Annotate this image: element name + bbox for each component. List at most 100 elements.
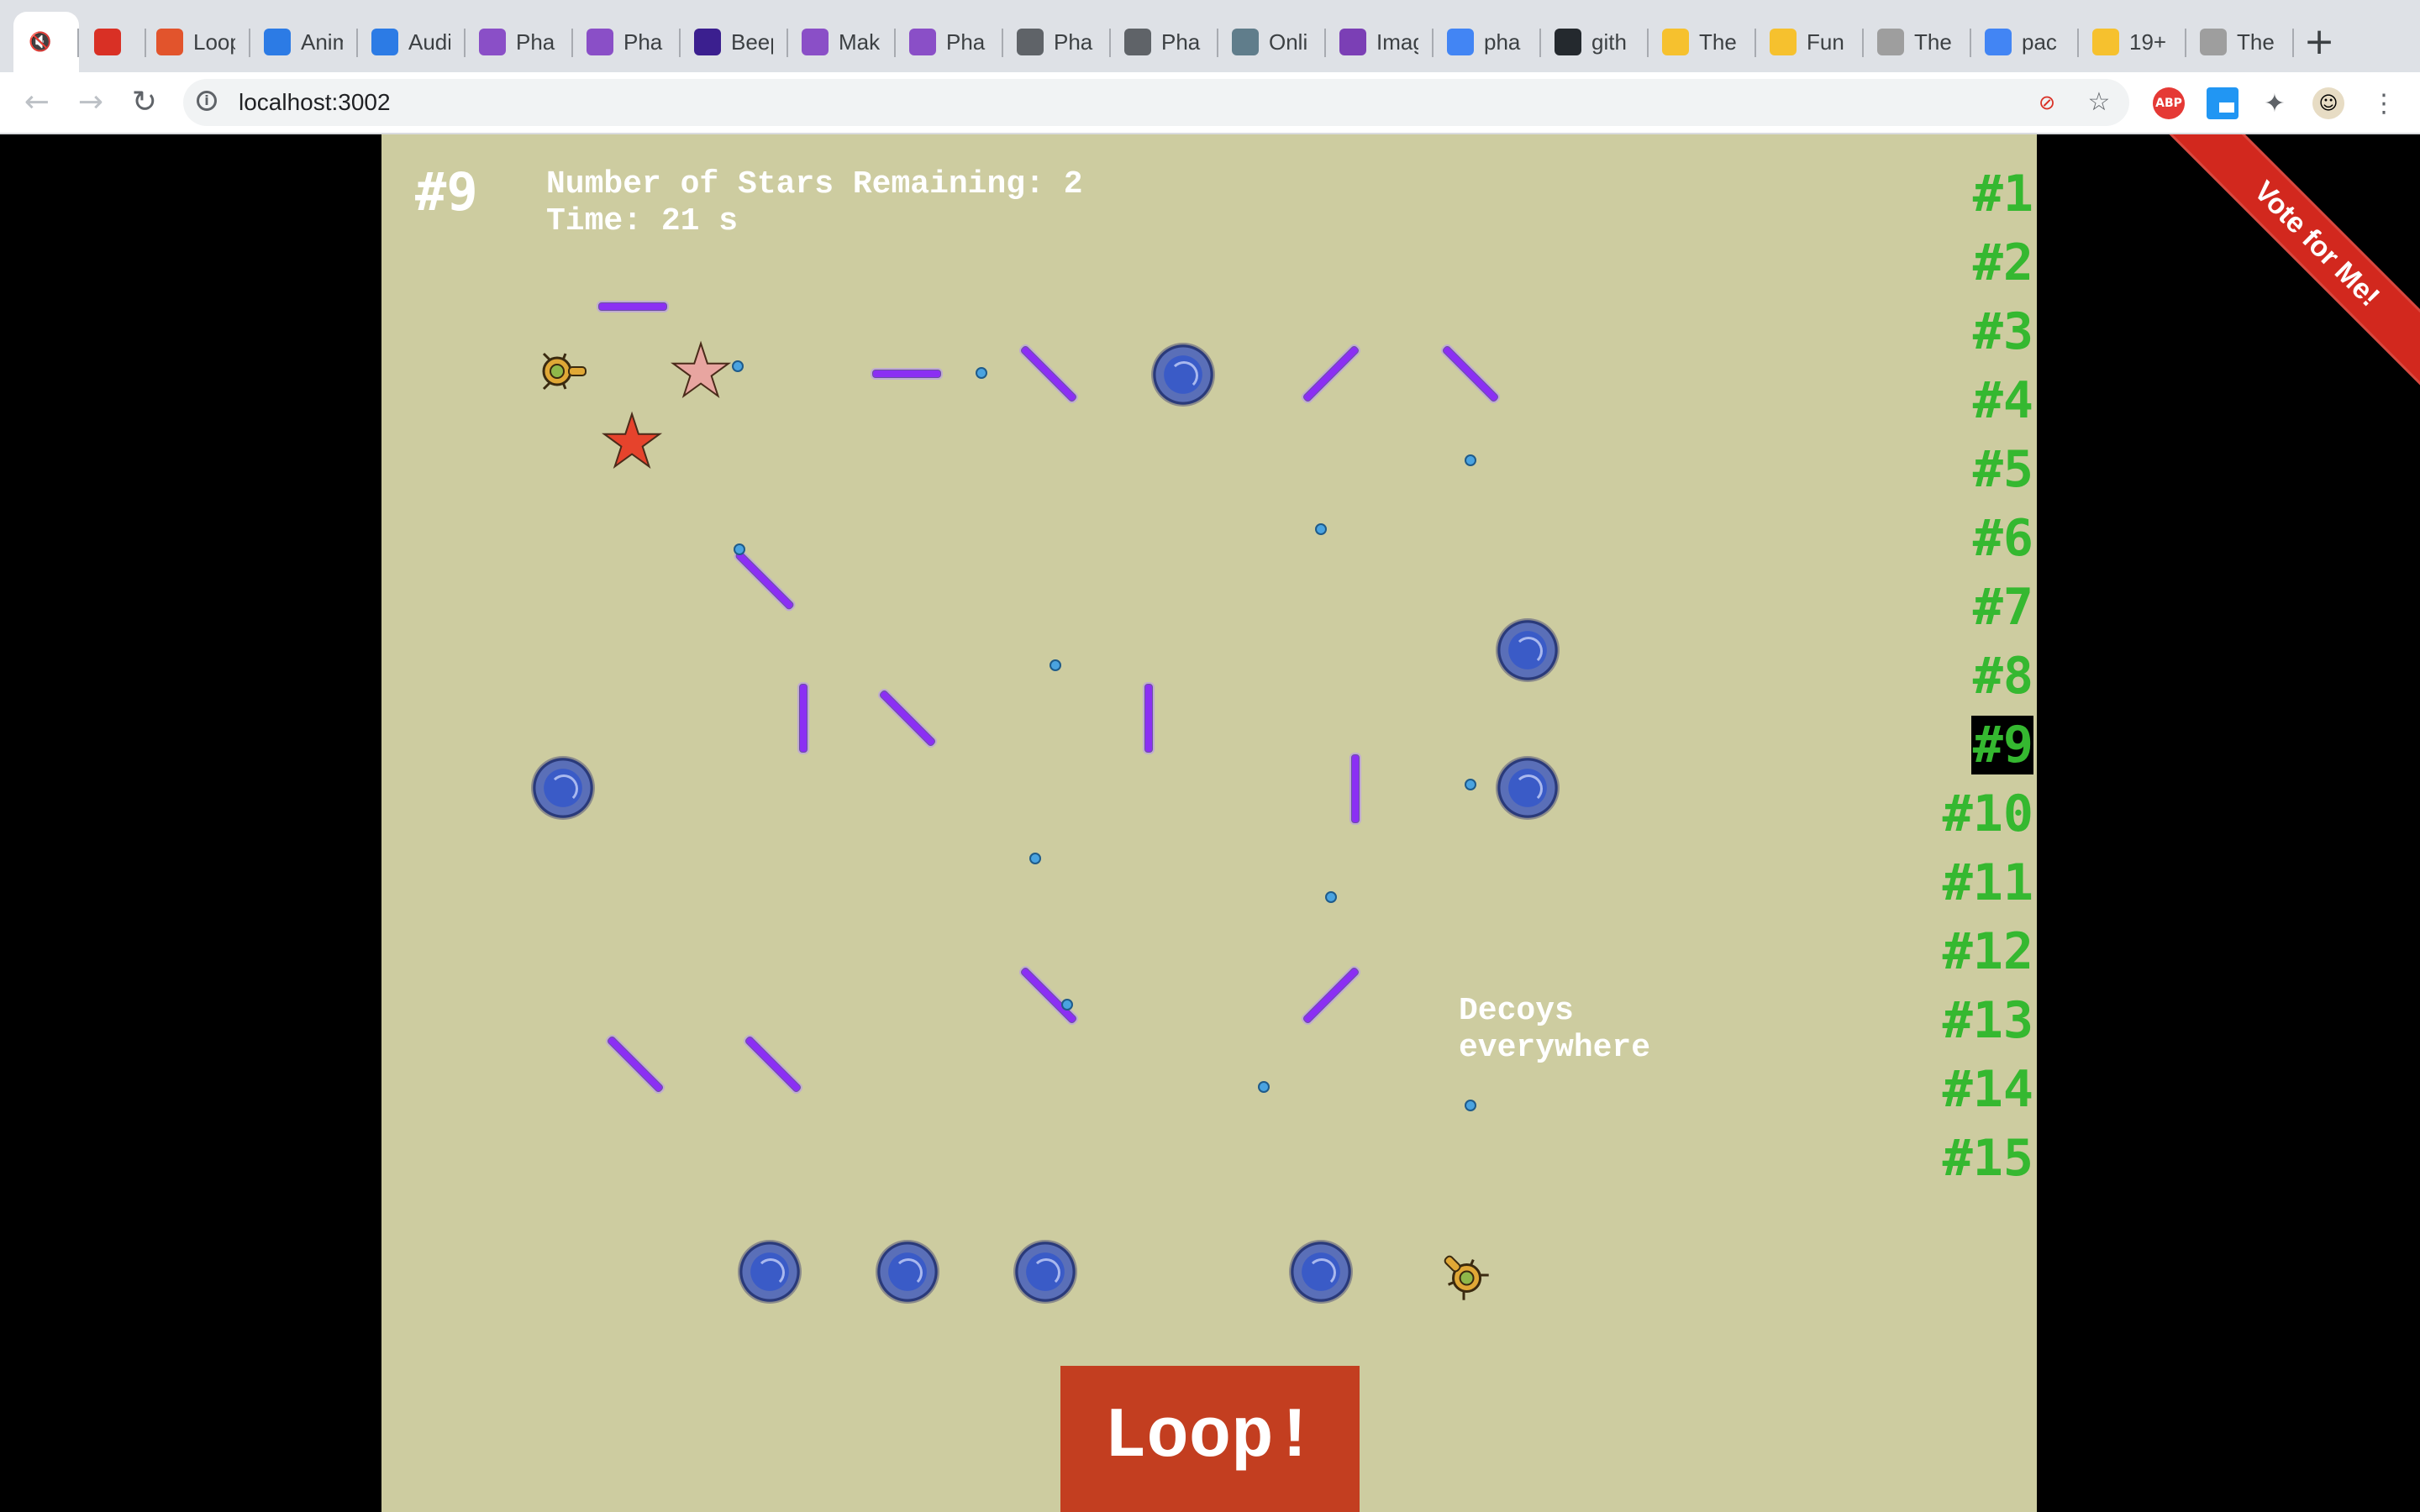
google-icon (1447, 29, 1474, 55)
vote-ribbon[interactable]: Vote for Me! (2143, 134, 2420, 417)
browser-tab[interactable]: Beep (681, 12, 788, 72)
portal-swirl (1170, 361, 1198, 390)
browser-tab[interactable]: Pha (573, 12, 681, 72)
puzzle-icon (264, 29, 291, 55)
level-link[interactable]: #2 (1933, 234, 2033, 292)
deflector-bar (1441, 344, 1500, 403)
browser-tab[interactable]: The (1649, 12, 1756, 72)
tab-title: Fun (1807, 29, 1844, 55)
deflector-bar (1019, 966, 1078, 1025)
deflector-bar (799, 684, 808, 753)
decoy-dot (1465, 1100, 1476, 1111)
browser-tab[interactable]: gith (1541, 12, 1649, 72)
browser-tab[interactable]: Loop (143, 12, 250, 72)
tab-title: Audi (408, 29, 450, 55)
bookmark-star-icon[interactable]: ☆ (2084, 87, 2114, 118)
tab-title: Loop (193, 29, 235, 55)
tab-title: Mak (839, 29, 881, 55)
chrome-menu-icon[interactable]: ⋮ (2368, 87, 2400, 119)
tab-title: The (1914, 29, 1952, 55)
browser-tab[interactable]: Onli (1218, 12, 1326, 72)
browser-tab[interactable]: Anim (250, 12, 358, 72)
tab-title: pha (1484, 29, 1521, 55)
tab-title: The (1699, 29, 1737, 55)
portal-icon (1289, 1240, 1353, 1304)
browser-tab[interactable]: Fun (1756, 12, 1864, 72)
level-link[interactable]: #3 (1933, 302, 2033, 361)
decoy-dot (1258, 1081, 1270, 1093)
level-hint-text: Decoys everywhere (1459, 993, 1651, 1066)
level-link[interactable]: #5 (1933, 440, 2033, 499)
deflector-bar (606, 1035, 665, 1094)
troll-face-icon (2200, 29, 2227, 55)
deflector-bar (734, 549, 796, 612)
level-link[interactable]: #12 (1933, 922, 2033, 981)
tab-title: Pha (623, 29, 663, 55)
level-link[interactable]: #11 (1933, 853, 2033, 912)
window-extension-icon[interactable] (2207, 87, 2238, 119)
browser-tab[interactable]: 19+ (2079, 12, 2186, 72)
portal-icon (1013, 1240, 1077, 1304)
reload-button[interactable]: ↻ (123, 81, 166, 124)
deflector-bar (744, 1035, 802, 1094)
tab-title: Onli (1269, 29, 1308, 55)
browser-tab[interactable]: Audi (358, 12, 466, 72)
muted-speaker-icon: 🔇 (29, 31, 52, 53)
globe-icon (1017, 29, 1044, 55)
turtle-player-icon (542, 352, 587, 391)
profile-avatar-icon[interactable]: ☺ (2312, 87, 2344, 119)
browser-tab[interactable]: 🔇 (13, 12, 79, 72)
page-viewport: #9 Number of Stars Remaining: 2 Time: 21… (0, 134, 2420, 1512)
ud-logo-icon (156, 29, 183, 55)
level-link[interactable]: #6 (1933, 509, 2033, 568)
browser-tab[interactable]: pha (1434, 12, 1541, 72)
browser-tab[interactable]: pac (1971, 12, 2079, 72)
level-link[interactable]: #4 (1933, 371, 2033, 430)
decoy-dot (976, 367, 987, 379)
back-button[interactable]: ← (15, 81, 59, 124)
camera-blocked-icon[interactable]: ⊘ (2032, 87, 2062, 118)
tab-title: Beep (731, 29, 773, 55)
address-bar[interactable]: i localhost:3002 ⊘ ☆ (183, 79, 2129, 126)
phaser-icon (479, 29, 506, 55)
tab-separator (77, 29, 79, 57)
browser-tab[interactable]: Mak (788, 12, 896, 72)
level-link[interactable]: #7 (1933, 578, 2033, 637)
level-link[interactable]: #14 (1933, 1060, 2033, 1119)
turtle-goal-icon (1444, 1255, 1489, 1300)
level-link[interactable]: #1 (1933, 165, 2033, 223)
level-link[interactable]: #10 (1933, 785, 2033, 843)
extensions-puzzle-icon[interactable]: ✦ (2259, 87, 2291, 119)
browser-tab[interactable]: Pha (896, 12, 1003, 72)
level-link[interactable]: #8 (1933, 647, 2033, 706)
deflector-bar (598, 302, 667, 311)
browser-tab[interactable]: Imag (1326, 12, 1434, 72)
browser-tab[interactable]: Pha (1111, 12, 1218, 72)
browser-tab[interactable] (81, 12, 146, 72)
browser-tab[interactable]: The (1864, 12, 1971, 72)
url-text[interactable]: localhost:3002 (239, 79, 391, 126)
decoy-dot (1029, 853, 1041, 864)
portal-swirl (1514, 637, 1543, 665)
browser-tab[interactable]: Pha (466, 12, 573, 72)
deflector-bar (1144, 684, 1153, 753)
loop-button[interactable]: Loop! (1060, 1366, 1360, 1512)
level-link[interactable]: #15 (1933, 1129, 2033, 1188)
phaser-icon (909, 29, 936, 55)
portal-swirl (1307, 1258, 1336, 1287)
decoy-dot (1465, 779, 1476, 790)
level-link[interactable]: #9 (1971, 716, 2033, 774)
github-icon (1555, 29, 1581, 55)
new-tab-button[interactable]: + (2296, 18, 2343, 66)
game-canvas[interactable]: #9 Number of Stars Remaining: 2 Time: 21… (381, 134, 2037, 1512)
google-icon (1985, 29, 2012, 55)
browser-tab[interactable]: The (2186, 12, 2294, 72)
level-link[interactable]: #13 (1933, 991, 2033, 1050)
adblock-plus-icon[interactable]: ABP (2153, 87, 2185, 119)
browser-tab[interactable]: Pha (1003, 12, 1111, 72)
site-info-icon[interactable]: i (197, 91, 217, 111)
portal-icon (876, 1240, 939, 1304)
deflector-bar (1019, 344, 1078, 403)
forward-button[interactable]: → (69, 81, 113, 124)
troll-face-icon (1877, 29, 1904, 55)
